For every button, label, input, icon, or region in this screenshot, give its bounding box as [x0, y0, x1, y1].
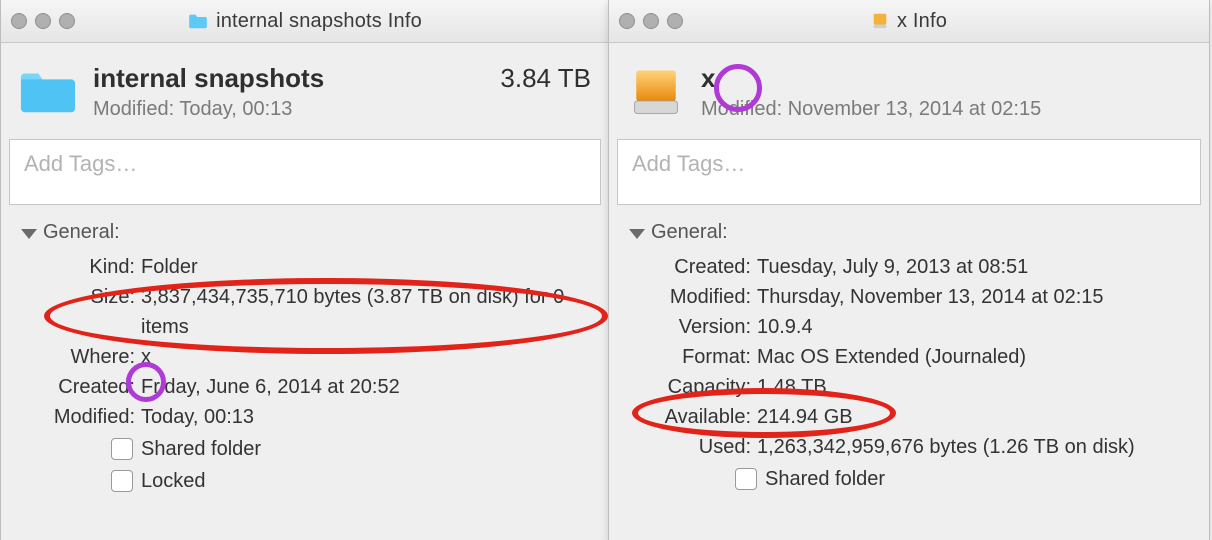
modified-label: Modified:: [623, 282, 757, 312]
item-modified: Modified: November 13, 2014 at 02:15: [701, 98, 1191, 121]
tags-input[interactable]: [22, 150, 592, 178]
modified-value: Thursday, November 13, 2014 at 02:15: [757, 282, 1195, 312]
tags-input[interactable]: [630, 150, 1192, 178]
shared-folder-label: Shared folder: [765, 464, 885, 494]
used-label: Used:: [623, 432, 757, 462]
window-controls: [619, 13, 683, 29]
item-name: internal snapshots: [93, 63, 324, 94]
kind-label: Kind:: [15, 252, 141, 282]
minimize-button[interactable]: [643, 13, 659, 29]
folder-icon: [19, 67, 77, 117]
minimize-button[interactable]: [35, 13, 51, 29]
modified-value: Today, 00:13: [141, 402, 595, 432]
kind-value: Folder: [141, 252, 595, 282]
close-button[interactable]: [619, 13, 635, 29]
version-label: Version:: [623, 312, 757, 342]
disclosure-triangle-icon: [629, 229, 645, 239]
item-size: 3.84 TB: [500, 63, 591, 94]
modified-label: Modified:: [15, 402, 141, 432]
capacity-value: 1.48 TB: [757, 372, 1195, 402]
version-value: 10.9.4: [757, 312, 1195, 342]
checkbox[interactable]: [111, 470, 133, 492]
general-disclosure[interactable]: General:: [609, 211, 1209, 248]
item-modified: Modified: Today, 00:13: [93, 98, 591, 121]
info-window-volume: x Info x Modified: November 13, 2014 at …: [608, 0, 1210, 540]
checkbox[interactable]: [111, 438, 133, 460]
created-value: Tuesday, July 9, 2013 at 08:51: [757, 252, 1195, 282]
titlebar[interactable]: x Info: [609, 0, 1209, 43]
created-label: Created:: [15, 372, 141, 402]
zoom-button[interactable]: [667, 13, 683, 29]
info-window-folder: internal snapshots Info internal snapsho…: [0, 0, 610, 540]
used-value: 1,263,342,959,676 bytes (1.26 TB on disk…: [757, 432, 1195, 462]
shared-folder-row[interactable]: Shared folder: [15, 434, 595, 464]
titlebar[interactable]: internal snapshots Info: [1, 0, 609, 43]
size-value: 3,837,434,735,710 bytes (3.87 TB on disk…: [141, 282, 595, 342]
close-button[interactable]: [11, 13, 27, 29]
section-label: General:: [43, 221, 120, 244]
disclosure-triangle-icon: [21, 229, 37, 239]
general-disclosure[interactable]: General:: [1, 211, 609, 248]
drive-icon: [627, 67, 685, 117]
created-label: Created:: [623, 252, 757, 282]
zoom-button[interactable]: [59, 13, 75, 29]
capacity-label: Capacity:: [623, 372, 757, 402]
item-name: x: [701, 63, 715, 94]
window-title: internal snapshots Info: [216, 10, 422, 33]
folder-icon: [188, 13, 208, 29]
header: internal snapshots 3.84 TB Modified: Tod…: [1, 43, 609, 139]
shared-folder-row[interactable]: Shared folder: [623, 464, 1195, 494]
header: x Modified: November 13, 2014 at 02:15: [609, 43, 1209, 139]
format-value: Mac OS Extended (Journaled): [757, 342, 1195, 372]
tags-field[interactable]: [617, 139, 1201, 205]
window-title: x Info: [897, 10, 947, 33]
tags-field[interactable]: [9, 139, 601, 205]
locked-label: Locked: [141, 466, 206, 496]
window-controls: [11, 13, 75, 29]
available-value: 214.94 GB: [757, 402, 1195, 432]
size-label: Size:: [15, 282, 141, 342]
shared-folder-label: Shared folder: [141, 434, 261, 464]
available-label: Available:: [623, 402, 757, 432]
checkbox[interactable]: [735, 468, 757, 490]
created-value: Friday, June 6, 2014 at 20:52: [141, 372, 595, 402]
format-label: Format:: [623, 342, 757, 372]
locked-row[interactable]: Locked: [15, 466, 595, 496]
where-label: Where:: [15, 342, 141, 372]
drive-icon: [871, 12, 889, 30]
section-label: General:: [651, 221, 728, 244]
general-fields: Created:Tuesday, July 9, 2013 at 08:51 M…: [609, 248, 1209, 500]
where-value: x: [141, 342, 595, 372]
general-fields: Kind:Folder Size:3,837,434,735,710 bytes…: [1, 248, 609, 502]
